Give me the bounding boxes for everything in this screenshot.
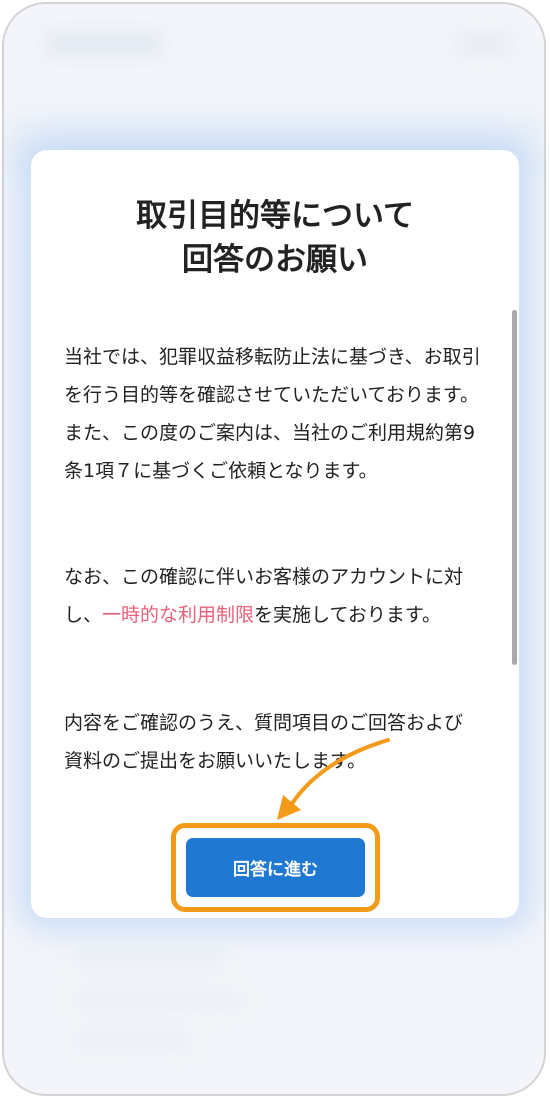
modal-title-line2: 回答のお願い: [182, 242, 368, 278]
intro-paragraph: 当社では、犯罪収益移転防止法に基づき、お取引を行う目的等を確認させていただいてお…: [64, 346, 481, 482]
temporary-restriction-highlight: 一時的な利用制限: [102, 604, 255, 626]
modal-title-line1: 取引目的等について: [135, 198, 415, 234]
restriction-paragraph: なお、この確認に伴いお客様のアカウントに対し、一時的な利用制限を実施しております…: [64, 558, 481, 634]
restriction-text-after: を実施しております。: [254, 604, 441, 626]
modal-scrollbar[interactable]: [512, 310, 517, 665]
purpose-confirmation-modal: 取引目的等について 回答のお願い 当社では、犯罪収益移転防止法に基づき、お取引を…: [31, 150, 519, 918]
modal-title: 取引目的等について 回答のお願い: [31, 194, 519, 282]
button-highlight-frame: 回答に進む: [171, 823, 380, 912]
proceed-to-answer-button[interactable]: 回答に進む: [186, 838, 365, 897]
request-paragraph: 内容をご確認のうえ、質問項目のご回答および資料のご提出をお願いいたします。: [64, 712, 464, 772]
